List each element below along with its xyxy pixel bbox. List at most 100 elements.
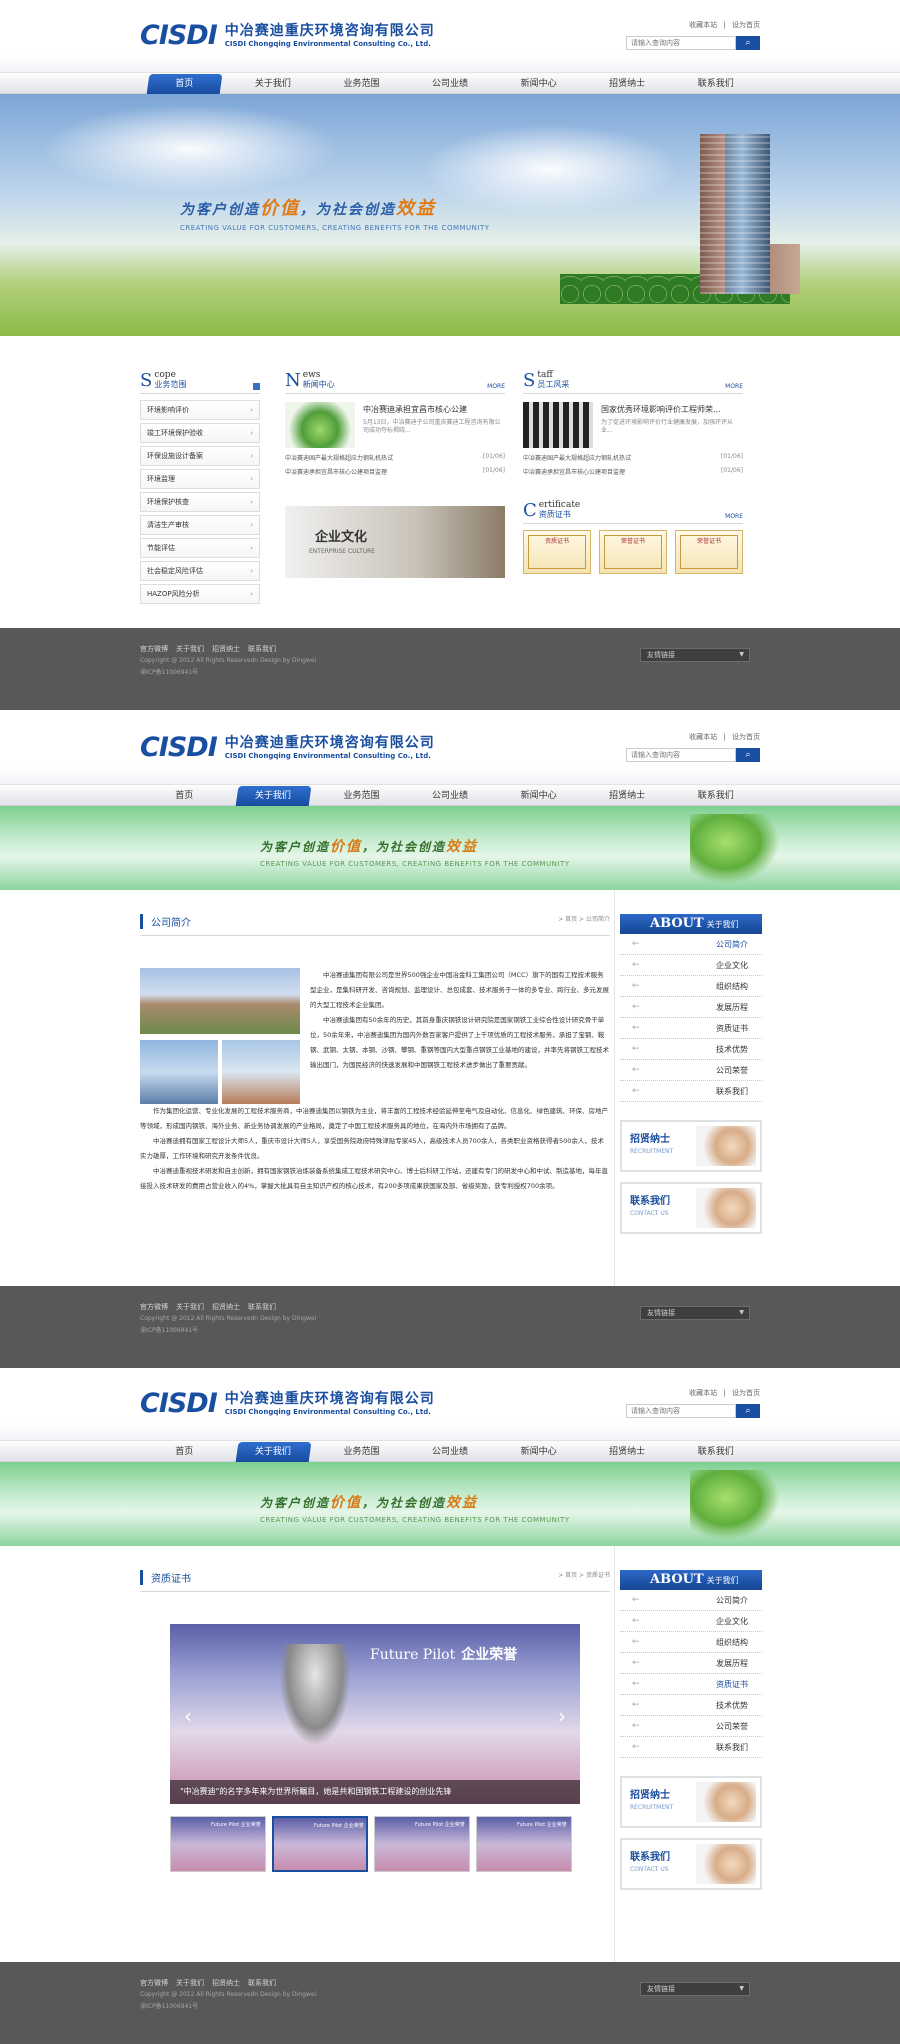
nav-about[interactable]: 关于我们 (229, 785, 318, 807)
search-input[interactable] (626, 36, 736, 50)
footer-recruit-link[interactable]: 招贤纳士 (212, 1302, 240, 1312)
nav-recruit[interactable]: 招贤纳士 (583, 785, 672, 807)
search-icon[interactable]: ⌕ (736, 748, 760, 762)
nav-home[interactable]: 首页 (140, 1441, 229, 1463)
recruit-box[interactable]: 招贤纳士 RECRUITMENT (620, 1776, 762, 1828)
logo[interactable]: CISDI 中冶赛迪重庆环境咨询有限公司 CISDI Chongqing Env… (140, 734, 435, 761)
logo[interactable]: CISDI 中冶赛迪重庆环境咨询有限公司 CISDI Chongqing Env… (140, 1390, 435, 1417)
nav-about[interactable]: 关于我们 (229, 1441, 318, 1463)
sidebar-item-cert[interactable]: ← 资质证书 (620, 1018, 762, 1039)
nav-business[interactable]: 业务范围 (317, 1441, 406, 1463)
footer-contact-link[interactable]: 联系我们 (248, 1302, 276, 1312)
weibo-link[interactable]: 官方微博 (140, 1302, 168, 1312)
bookmark-link[interactable]: 收藏本站 (689, 1389, 717, 1397)
weibo-link[interactable]: 官方微博 (140, 644, 168, 654)
sidebar-item-honor[interactable]: ← 公司荣誉 (620, 1060, 762, 1081)
weibo-link[interactable]: 官方微博 (140, 1978, 168, 1988)
set-homepage-link[interactable]: 设为首页 (732, 21, 760, 29)
sidebar-item-culture[interactable]: ← 企业文化 (620, 955, 762, 976)
search-input[interactable] (626, 748, 736, 762)
sidebar-item-tech[interactable]: ← 技术优势 (620, 1039, 762, 1060)
scope-item[interactable]: 清洁生产审核 › (140, 515, 260, 535)
staff-thumbnail[interactable] (523, 402, 593, 448)
nav-recruit[interactable]: 招贤纳士 (583, 73, 672, 95)
sidebar-item-intro[interactable]: ← 公司简介 (620, 934, 762, 955)
news-row[interactable]: 中冶赛迪国产最大规格超应力钢轧机热试 [01/06] (523, 453, 743, 462)
recruit-box[interactable]: 招贤纳士 RECRUITMENT (620, 1120, 762, 1172)
nav-news[interactable]: 新闻中心 (494, 1441, 583, 1463)
news-row[interactable]: 中冶赛迪承担宜昌市核心公建项目监理 [01/06] (285, 467, 505, 476)
chevron-left-icon[interactable]: ‹ (184, 1704, 192, 1728)
footer-contact-link[interactable]: 联系我们 (248, 644, 276, 654)
nav-about[interactable]: 关于我们 (229, 73, 318, 95)
footer-recruit-link[interactable]: 招贤纳士 (212, 1978, 240, 1988)
news-thumbnail[interactable] (285, 402, 355, 448)
news-more-link[interactable]: MORE (487, 383, 505, 390)
slider-thumbnail[interactable]: Future Pilot 企业荣誉 (476, 1816, 572, 1872)
nav-news[interactable]: 新闻中心 (494, 785, 583, 807)
scope-item[interactable]: 节能评估 › (140, 538, 260, 558)
nav-contact[interactable]: 联系我们 (671, 1441, 760, 1463)
friend-links-select[interactable]: 友情链接 ▼ (640, 1306, 750, 1320)
chevron-right-icon[interactable]: › (558, 1704, 566, 1728)
search-input[interactable] (626, 1404, 736, 1418)
set-homepage-link[interactable]: 设为首页 (732, 1389, 760, 1397)
friend-links-select[interactable]: 友情链接 ▼ (640, 648, 750, 662)
cert-thumbnail[interactable]: 荣誉证书 (675, 530, 743, 574)
footer-about-link[interactable]: 关于我们 (176, 644, 204, 654)
slider-thumbnail[interactable]: Future Pilot 企业荣誉 (272, 1816, 368, 1872)
footer-contact-link[interactable]: 联系我们 (248, 1978, 276, 1988)
search-icon[interactable]: ⌕ (736, 1404, 760, 1418)
cert-thumbnail[interactable]: 荣誉证书 (599, 530, 667, 574)
nav-contact[interactable]: 联系我们 (671, 73, 760, 95)
nav-news[interactable]: 新闻中心 (494, 73, 583, 95)
nav-contact[interactable]: 联系我们 (671, 785, 760, 807)
breadcrumb[interactable]: > 首页 > 公司简介 (558, 914, 610, 929)
sidebar-item-honor[interactable]: ← 公司荣誉 (620, 1716, 762, 1737)
nav-performance[interactable]: 公司业绩 (406, 785, 495, 807)
news-headline[interactable]: 中冶赛迪承担宜昌市核心公建 (363, 404, 505, 415)
sidebar-item-structure[interactable]: ← 组织结构 (620, 1632, 762, 1653)
footer-about-link[interactable]: 关于我们 (176, 1978, 204, 1988)
breadcrumb[interactable]: > 首页 > 资质证书 (558, 1570, 610, 1585)
bookmark-link[interactable]: 收藏本站 (689, 21, 717, 29)
scope-item[interactable]: 环境监理 › (140, 469, 260, 489)
news-row[interactable]: 中冶赛迪承担宜昌市核心公建项目监理 [01/06] (523, 467, 743, 476)
scope-item[interactable]: 环保设施设计备案 › (140, 446, 260, 466)
sidebar-item-contact[interactable]: ← 联系我们 (620, 1081, 762, 1102)
sidebar-item-cert[interactable]: ← 资质证书 (620, 1674, 762, 1695)
slider-thumbnail[interactable]: Future Pilot 企业荣誉 (170, 1816, 266, 1872)
scope-item[interactable]: 竣工环境保护验收 › (140, 423, 260, 443)
sidebar-item-history[interactable]: ← 发展历程 (620, 997, 762, 1018)
news-row[interactable]: 中冶赛迪国产最大规格超应力钢轧机热试 [01/06] (285, 453, 505, 462)
bookmark-link[interactable]: 收藏本站 (689, 733, 717, 741)
nav-business[interactable]: 业务范围 (317, 73, 406, 95)
search-icon[interactable]: ⌕ (736, 36, 760, 50)
scope-item[interactable]: 社会稳定风险评估 › (140, 561, 260, 581)
staff-more-link[interactable]: MORE (725, 383, 743, 390)
sidebar-item-structure[interactable]: ← 组织结构 (620, 976, 762, 997)
slider-thumbnail[interactable]: Future Pilot 企业荣誉 (374, 1816, 470, 1872)
scope-item[interactable]: 环境影响评价 › (140, 400, 260, 420)
footer-recruit-link[interactable]: 招贤纳士 (212, 644, 240, 654)
set-homepage-link[interactable]: 设为首页 (732, 733, 760, 741)
nav-recruit[interactable]: 招贤纳士 (583, 1441, 672, 1463)
contact-box[interactable]: 联系我们 CONTACT US (620, 1182, 762, 1234)
cert-thumbnail[interactable]: 资质证书 (523, 530, 591, 574)
nav-performance[interactable]: 公司业绩 (406, 1441, 495, 1463)
sidebar-item-contact[interactable]: ← 联系我们 (620, 1737, 762, 1758)
sidebar-item-culture[interactable]: ← 企业文化 (620, 1611, 762, 1632)
nav-performance[interactable]: 公司业绩 (406, 73, 495, 95)
sidebar-item-history[interactable]: ← 发展历程 (620, 1653, 762, 1674)
more-icon[interactable] (253, 383, 260, 390)
nav-home[interactable]: 首页 (140, 73, 229, 95)
footer-about-link[interactable]: 关于我们 (176, 1302, 204, 1312)
contact-box[interactable]: 联系我们 CONTACT US (620, 1838, 762, 1890)
scope-item[interactable]: 环境保护核查 › (140, 492, 260, 512)
staff-headline[interactable]: 国家优秀环境影响评价工程师荣... (601, 404, 743, 415)
cert-more-link[interactable]: MORE (725, 513, 743, 520)
nav-home[interactable]: 首页 (140, 785, 229, 807)
friend-links-select[interactable]: 友情链接 ▼ (640, 1982, 750, 1996)
scope-item[interactable]: HAZOP风险分析 › (140, 584, 260, 604)
nav-business[interactable]: 业务范围 (317, 785, 406, 807)
